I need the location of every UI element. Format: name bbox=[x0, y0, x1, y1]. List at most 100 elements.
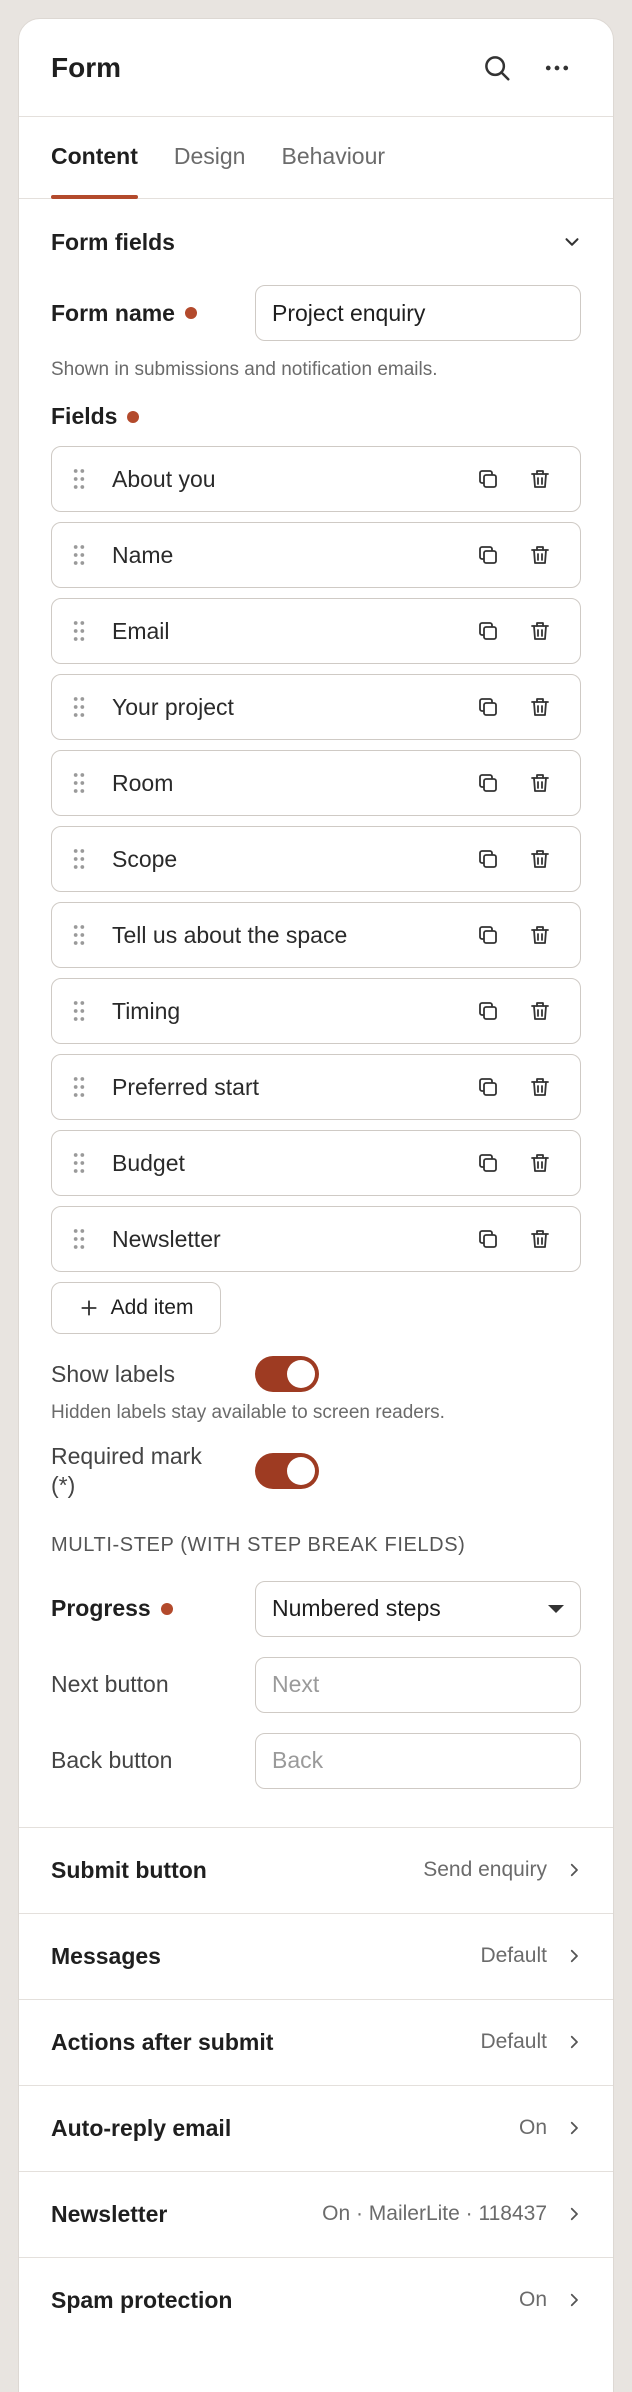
chevron-right-icon bbox=[570, 2121, 578, 2135]
drag-handle-icon[interactable] bbox=[66, 847, 112, 871]
required-mark-toggle[interactable] bbox=[255, 1452, 319, 1489]
duplicate-field-button[interactable] bbox=[462, 1215, 514, 1263]
progress-select[interactable]: Numbered steps bbox=[255, 1580, 581, 1637]
drag-handle-icon[interactable] bbox=[66, 619, 112, 643]
duplicate-field-button[interactable] bbox=[462, 911, 514, 959]
add-item-label: Add item bbox=[110, 1296, 194, 1319]
auto-reply-email-section[interactable]: Auto-reply email On bbox=[19, 2084, 613, 2171]
field-list-item[interactable]: Room bbox=[51, 750, 581, 816]
delete-field-button[interactable] bbox=[514, 455, 566, 503]
tab-bar: Content Design Behaviour bbox=[19, 117, 613, 199]
trash-icon bbox=[531, 1002, 549, 1020]
section-row-value: Default bbox=[480, 2030, 547, 2053]
show-labels-row: Show labels bbox=[19, 1356, 613, 1392]
delete-field-button[interactable] bbox=[514, 683, 566, 731]
search-button[interactable] bbox=[471, 42, 523, 94]
messages-section[interactable]: Messages Default bbox=[19, 1912, 613, 1999]
drag-handle-icon[interactable] bbox=[66, 543, 112, 567]
field-name: Room bbox=[112, 769, 174, 796]
panel-title: Form bbox=[51, 51, 121, 83]
next-button-input[interactable]: Next bbox=[255, 1656, 581, 1713]
section-row-value: On bbox=[518, 2288, 547, 2311]
field-list-item[interactable]: About you bbox=[51, 446, 581, 512]
actions-after-submit-section[interactable]: Actions after submit Default bbox=[19, 1998, 613, 2085]
section-row-title: Actions after submit bbox=[51, 2028, 274, 2055]
section-row-value: On · MailerLite · 118437 bbox=[322, 2202, 547, 2225]
spam-protection-section[interactable]: Spam protection On bbox=[19, 2256, 613, 2343]
field-list-item[interactable]: Preferred start bbox=[51, 1054, 581, 1120]
form-name-input[interactable]: Project enquiry bbox=[255, 285, 581, 341]
duplicate-field-button[interactable] bbox=[462, 759, 514, 807]
trash-icon bbox=[531, 698, 549, 716]
drag-handle-icon[interactable] bbox=[66, 999, 112, 1023]
copy-icon bbox=[479, 850, 497, 868]
field-list-item[interactable]: Newsletter bbox=[51, 1206, 581, 1272]
progress-select-value: Numbered steps bbox=[272, 1595, 441, 1621]
duplicate-field-button[interactable] bbox=[462, 531, 514, 579]
drag-handle-icon[interactable] bbox=[66, 771, 112, 795]
field-name: Name bbox=[112, 541, 174, 568]
drag-handle-icon[interactable] bbox=[66, 1075, 112, 1099]
field-list-item[interactable]: Your project bbox=[51, 674, 581, 740]
section-row-title: Spam protection bbox=[51, 2286, 233, 2313]
chevron-right-icon bbox=[570, 2207, 578, 2221]
fields-label-row: Fields bbox=[19, 403, 613, 430]
delete-field-button[interactable] bbox=[514, 1063, 566, 1111]
field-list-item[interactable]: Tell us about the space bbox=[51, 902, 581, 968]
copy-icon bbox=[479, 698, 497, 716]
copy-icon bbox=[479, 926, 497, 944]
fields-label: Fields bbox=[51, 403, 255, 430]
trash-icon bbox=[531, 1154, 549, 1172]
submit-button-section[interactable]: Submit button Send enquiry bbox=[19, 1826, 613, 1913]
field-list-item[interactable]: Budget bbox=[51, 1130, 581, 1196]
delete-field-button[interactable] bbox=[514, 607, 566, 655]
delete-field-button[interactable] bbox=[514, 531, 566, 579]
back-button-input[interactable]: Back bbox=[255, 1732, 581, 1789]
show-labels-hint: Hidden labels stay available to screen r… bbox=[51, 1402, 445, 1423]
progress-label: Progress bbox=[51, 1595, 255, 1622]
copy-icon bbox=[479, 1002, 497, 1020]
trash-icon bbox=[531, 926, 549, 944]
field-name: About you bbox=[112, 465, 216, 492]
duplicate-field-button[interactable] bbox=[462, 683, 514, 731]
chevron-right-icon bbox=[570, 1863, 578, 1877]
form-name-label: Form name bbox=[51, 300, 255, 327]
trash-icon bbox=[531, 774, 549, 792]
add-item-button[interactable]: Add item bbox=[51, 1282, 221, 1334]
drag-handle-icon[interactable] bbox=[66, 695, 112, 719]
copy-icon bbox=[479, 546, 497, 564]
form-fields-section-header[interactable]: Form fields bbox=[19, 199, 613, 285]
drag-handle-icon[interactable] bbox=[66, 923, 112, 947]
tab-design[interactable]: Design bbox=[174, 143, 246, 198]
duplicate-field-button[interactable] bbox=[462, 607, 514, 655]
duplicate-field-button[interactable] bbox=[462, 835, 514, 883]
duplicate-field-button[interactable] bbox=[462, 1063, 514, 1111]
drag-handle-icon[interactable] bbox=[66, 467, 112, 491]
tab-content[interactable]: Content bbox=[51, 143, 138, 199]
tab-behaviour[interactable]: Behaviour bbox=[281, 143, 385, 198]
field-list-item[interactable]: Scope bbox=[51, 826, 581, 892]
duplicate-field-button[interactable] bbox=[462, 1139, 514, 1187]
copy-icon bbox=[479, 470, 497, 488]
delete-field-button[interactable] bbox=[514, 1139, 566, 1187]
delete-field-button[interactable] bbox=[514, 1215, 566, 1263]
show-labels-toggle[interactable] bbox=[255, 1356, 319, 1392]
drag-handle-icon[interactable] bbox=[66, 1151, 112, 1175]
delete-field-button[interactable] bbox=[514, 835, 566, 883]
trash-icon bbox=[531, 546, 549, 564]
copy-icon bbox=[479, 1230, 497, 1248]
copy-icon bbox=[479, 774, 497, 792]
show-labels-label: Show labels bbox=[51, 1360, 176, 1387]
drag-handle-icon[interactable] bbox=[66, 1227, 112, 1251]
more-options-button[interactable] bbox=[531, 42, 583, 94]
delete-field-button[interactable] bbox=[514, 911, 566, 959]
field-list-item[interactable]: Email bbox=[51, 598, 581, 664]
newsletter-section[interactable]: Newsletter On · MailerLite · 118437 bbox=[19, 2170, 613, 2257]
duplicate-field-button[interactable] bbox=[462, 455, 514, 503]
search-icon bbox=[485, 55, 510, 80]
delete-field-button[interactable] bbox=[514, 759, 566, 807]
field-list-item[interactable]: Timing bbox=[51, 978, 581, 1044]
duplicate-field-button[interactable] bbox=[462, 987, 514, 1035]
field-list-item[interactable]: Name bbox=[51, 522, 581, 588]
delete-field-button[interactable] bbox=[514, 987, 566, 1035]
